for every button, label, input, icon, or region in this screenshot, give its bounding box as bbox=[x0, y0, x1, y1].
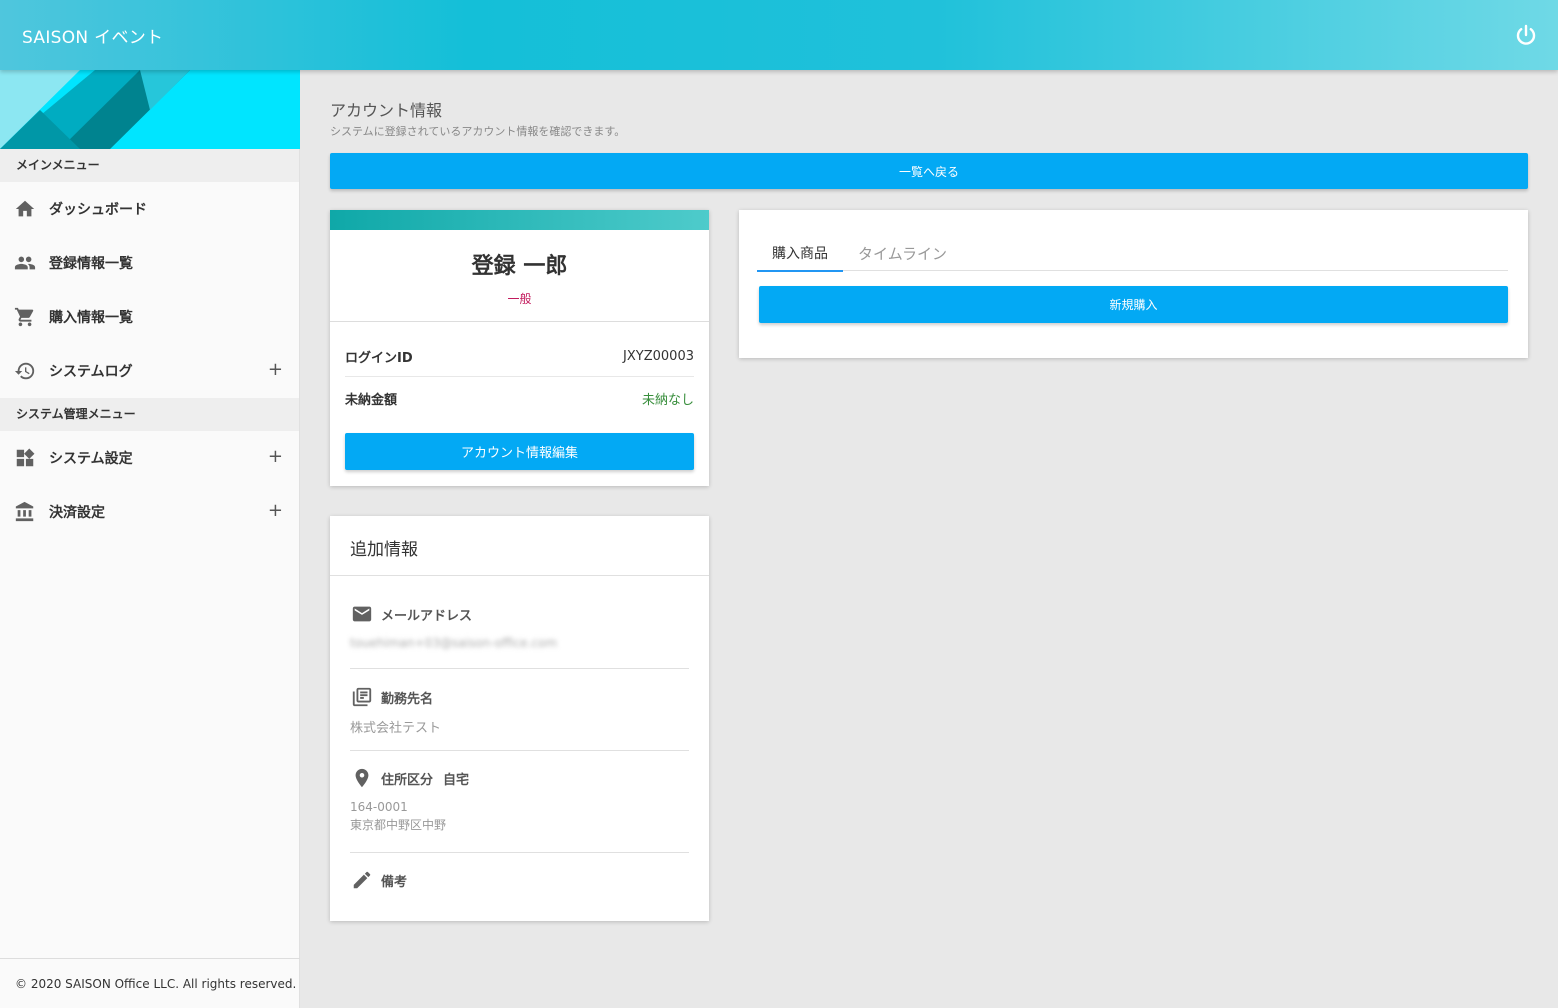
sidebar-item-label: 登録情報一覧 bbox=[49, 256, 133, 272]
profile-header-bar bbox=[330, 210, 709, 230]
sidebar-item-system-log[interactable]: システムログ + bbox=[0, 344, 299, 398]
sidebar: メインメニュー ダッシュボード 登録情報一覧 購入情報一覧 システムログ + シ… bbox=[0, 70, 300, 1008]
admin-menu-header: システム管理メニュー bbox=[0, 398, 299, 431]
address-field: 住所区分 自宅 164-0001 東京都中野区中野 bbox=[350, 766, 689, 833]
company-field: 勤務先名 株式会社テスト bbox=[350, 685, 689, 736]
divider bbox=[330, 575, 709, 576]
address-label: 住所区分 bbox=[381, 772, 434, 788]
divider bbox=[350, 750, 689, 751]
mail-icon bbox=[350, 602, 374, 626]
power-icon[interactable] bbox=[1514, 23, 1538, 47]
library-books-icon bbox=[350, 685, 374, 709]
expand-plus-icon[interactable]: + bbox=[268, 502, 283, 520]
top-app-bar: SAISON イベント bbox=[0, 0, 1558, 70]
tab-bar: 購入商品 タイムライン bbox=[757, 232, 1508, 272]
sidebar-item-purchases[interactable]: 購入情報一覧 bbox=[0, 290, 299, 344]
sidebar-item-registrations[interactable]: 登録情報一覧 bbox=[0, 236, 299, 290]
bank-icon bbox=[14, 501, 36, 523]
people-icon bbox=[14, 252, 36, 274]
login-id-label: ログインID bbox=[345, 351, 413, 366]
main-menu-header: メインメニュー bbox=[0, 149, 299, 182]
page-title: アカウント情報 bbox=[330, 101, 443, 120]
notes-label: 備考 bbox=[381, 874, 408, 890]
expand-plus-icon[interactable]: + bbox=[268, 361, 283, 379]
company-value: 株式会社テスト bbox=[350, 721, 442, 736]
sidebar-item-label: システムログ bbox=[49, 364, 133, 380]
sidebar-item-label: 購入情報一覧 bbox=[49, 310, 133, 326]
sidebar-item-payment-settings[interactable]: 決済設定 + bbox=[0, 485, 299, 539]
tab-timeline[interactable]: タイムライン bbox=[843, 232, 962, 271]
sidebar-banner bbox=[0, 70, 300, 149]
history-icon bbox=[14, 360, 36, 382]
sidebar-item-label: ダッシュボード bbox=[49, 202, 147, 218]
notes-field: 備考 bbox=[350, 868, 689, 892]
email-field: メールアドレス touehiman+03@saison-office.com bbox=[350, 602, 689, 650]
new-purchase-button[interactable]: 新規購入 bbox=[759, 286, 1508, 323]
profile-card: 登録 一郎 一般 ログインID JXYZ00003 未納金額 未納なし アカウン… bbox=[330, 210, 709, 486]
email-label: メールアドレス bbox=[381, 608, 473, 624]
sidebar-item-system-settings[interactable]: システム設定 + bbox=[0, 431, 299, 485]
divider bbox=[350, 852, 689, 853]
edit-account-button[interactable]: アカウント情報編集 bbox=[345, 433, 694, 470]
login-id-row: ログインID JXYZ00003 bbox=[345, 337, 694, 377]
unpaid-label: 未納金額 bbox=[345, 392, 398, 408]
expand-plus-icon[interactable]: + bbox=[268, 448, 283, 466]
profile-role: 一般 bbox=[507, 292, 532, 306]
postal-code: 164-0001 bbox=[350, 800, 408, 814]
additional-info-card: 追加情報 メールアドレス touehiman+03@saison-office.… bbox=[330, 516, 709, 921]
pencil-icon bbox=[350, 868, 374, 892]
login-id-value: JXYZ00003 bbox=[623, 349, 694, 364]
copyright-footer: © 2020 SAISON Office LLC. All rights res… bbox=[0, 958, 300, 1008]
purchase-card: 購入商品 タイムライン 新規購入 bbox=[739, 210, 1528, 358]
email-value: touehiman+03@saison-office.com bbox=[350, 636, 558, 650]
company-label: 勤務先名 bbox=[381, 691, 434, 707]
page-subtitle: システムに登録されているアカウント情報を確認できます。 bbox=[330, 125, 626, 138]
location-pin-icon bbox=[350, 766, 374, 790]
divider bbox=[330, 321, 709, 322]
unpaid-value: 未納なし bbox=[641, 392, 694, 408]
address-value: 東京都中野区中野 bbox=[350, 818, 447, 832]
app-title: SAISON イベント bbox=[22, 28, 164, 48]
divider bbox=[350, 668, 689, 669]
tab-purchased-items[interactable]: 購入商品 bbox=[757, 232, 843, 272]
sidebar-item-label: 決済設定 bbox=[49, 505, 105, 521]
cart-icon bbox=[14, 306, 36, 328]
unpaid-row: 未納金額 未納なし bbox=[345, 378, 694, 418]
additional-info-title: 追加情報 bbox=[350, 540, 418, 560]
address-type: 自宅 bbox=[443, 772, 470, 788]
sidebar-item-dashboard[interactable]: ダッシュボード bbox=[0, 182, 299, 236]
sidebar-item-label: システム設定 bbox=[49, 451, 133, 467]
dashboard-icon bbox=[14, 447, 36, 469]
profile-name: 登録 一郎 bbox=[471, 254, 568, 279]
back-to-list-button[interactable]: 一覧へ戻る bbox=[330, 153, 1528, 189]
home-icon bbox=[14, 198, 36, 220]
